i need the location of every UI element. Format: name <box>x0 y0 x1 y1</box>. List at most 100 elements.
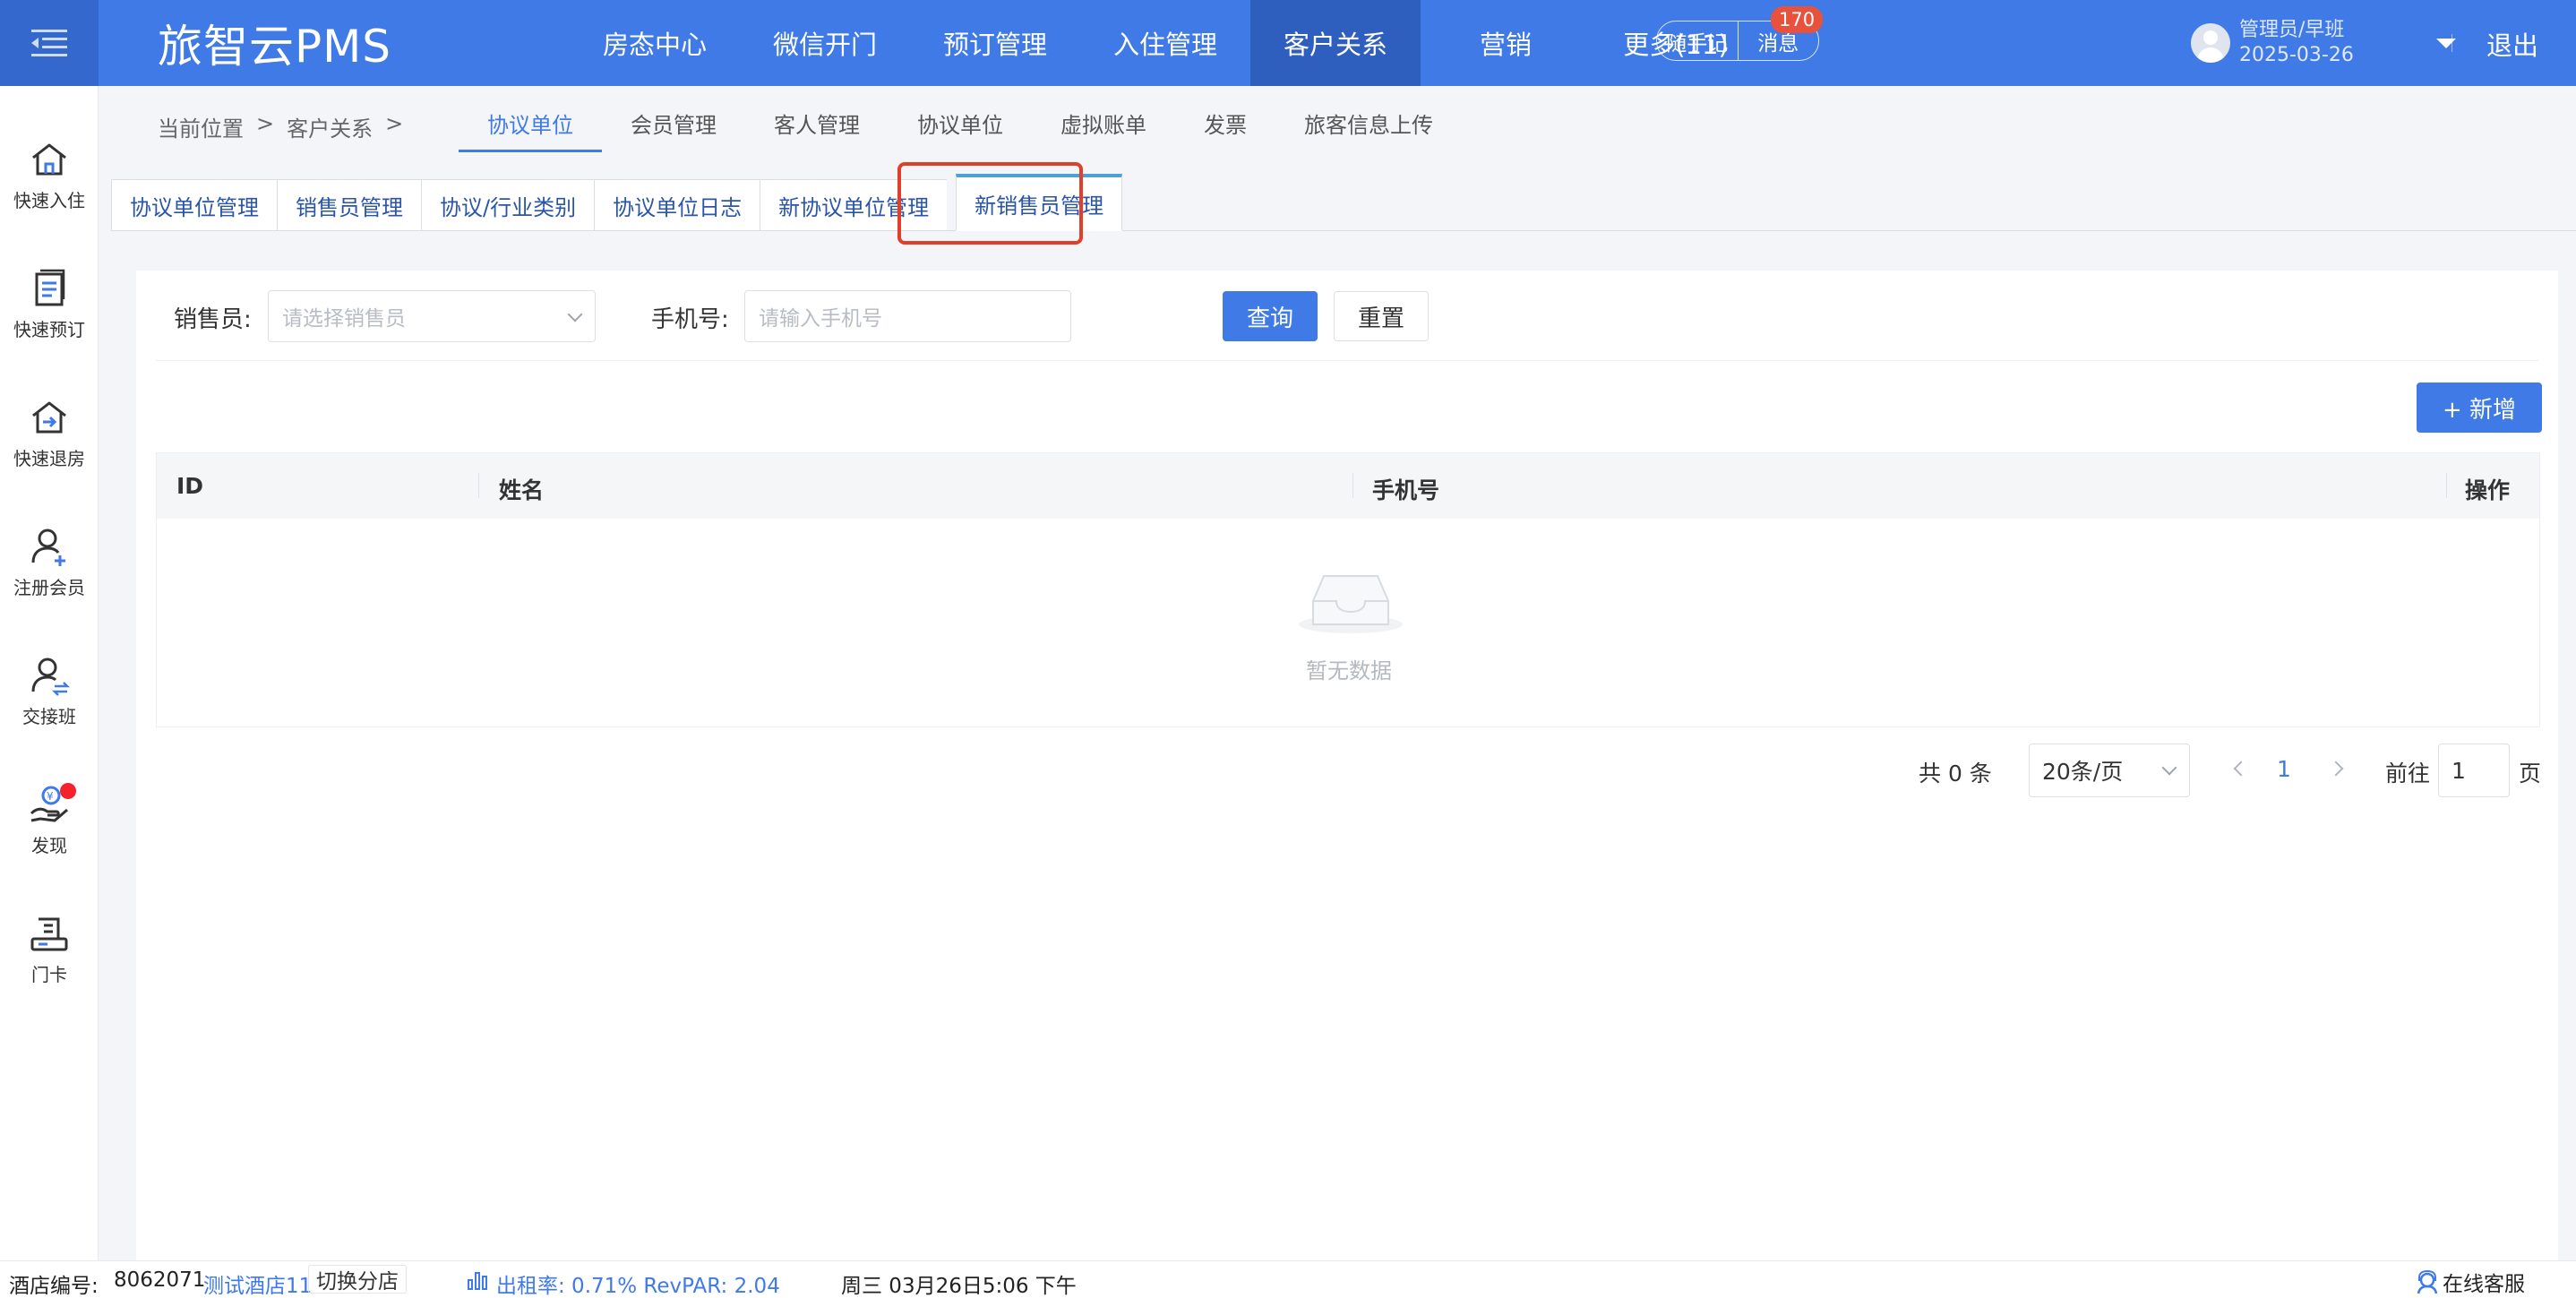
breadcrumb-section[interactable]: 客户关系 <box>287 111 373 142</box>
next-page-icon[interactable] <box>2328 761 2344 777</box>
online-service-label: 在线客服 <box>2443 1273 2525 1296</box>
empty-state-text: 暂无数据 <box>1306 658 1392 683</box>
sidebar-item-door-card[interactable]: 门卡 <box>0 912 99 1010</box>
sidebar-item-label: 快速预订 <box>13 319 85 340</box>
column-separator <box>2446 473 2447 498</box>
sidebar-item-register-member[interactable]: 注册会员 <box>0 525 99 623</box>
home-icon <box>32 143 66 176</box>
column-separator <box>478 473 479 498</box>
memo-button[interactable]: 随手记 <box>1657 21 1738 60</box>
customer-service-icon <box>2417 1269 2438 1294</box>
divider <box>156 360 2538 361</box>
prev-page-icon[interactable] <box>2233 761 2249 777</box>
hotel-code: 8062071 <box>114 1268 206 1292</box>
chevron-down-icon <box>567 306 583 322</box>
salesperson-filter-label: 销售员: <box>174 306 252 333</box>
nav-room-status[interactable]: 房态中心 <box>570 0 740 86</box>
current-page-number[interactable]: 1 <box>2277 756 2291 782</box>
notification-dot <box>60 783 76 799</box>
sidebar-item-label: 快速入住 <box>13 190 85 211</box>
tab-new-agreement-unit-management[interactable]: 新协议单位管理 <box>760 179 948 231</box>
nav-checkin[interactable]: 入住管理 <box>1080 0 1250 86</box>
subnav-guest-management[interactable]: 客人管理 <box>745 86 889 159</box>
breadcrumb-prefix: 当前位置 <box>158 116 244 142</box>
goto-page-input[interactable]: 1 <box>2438 744 2510 797</box>
pagination: 共 0 条 20条/页 1 前往 1 页 <box>136 744 2558 797</box>
reset-button[interactable]: 重置 <box>1334 291 1429 341</box>
phone-input-placeholder: 请输入手机号 <box>759 307 882 331</box>
subnav-agreement-unit-2[interactable]: 协议单位 <box>889 86 1032 159</box>
sidebar-item-discover[interactable]: ¥ 发现 <box>0 783 99 881</box>
sidebar-item-quick-checkout[interactable]: 快速退房 <box>0 396 99 494</box>
page-size-value: 20条/页 <box>2042 759 2124 785</box>
nav-marketing[interactable]: 营销 <box>1421 0 1591 86</box>
sidebar-item-label: 发现 <box>31 835 67 856</box>
sidebar-item-label: 快速退房 <box>13 448 85 469</box>
pagination-total: 共 0 条 <box>1919 761 1992 787</box>
empty-inbox-icon <box>1299 575 1403 633</box>
page-tabs: 协议单位管理 销售员管理 协议/行业类别 协议单位日志 新协议单位管理 新销售员… <box>111 174 1123 231</box>
booking-list-icon <box>35 269 65 306</box>
bar-chart-icon <box>468 1272 487 1290</box>
logout-button[interactable]: 退出 <box>2486 25 2538 63</box>
sidebar-item-label: 交接班 <box>22 706 76 727</box>
sidebar-item-quick-checkin[interactable]: 快速入住 <box>0 138 99 236</box>
user-role: 管理员/早班 <box>2239 19 2345 41</box>
salesperson-table: ID 姓名 手机号 操作 暂无数据 <box>156 452 2540 727</box>
tab-agreement-industry-category[interactable]: 协议/行业类别 <box>421 179 595 231</box>
caret-down-icon[interactable] <box>2435 38 2456 48</box>
tab-new-salesperson-management[interactable]: 新销售员管理 <box>956 174 1123 231</box>
occupancy-stats: 出租率: 0.71% RevPAR: 2.04 <box>496 1275 780 1298</box>
empty-state: 暂无数据 <box>157 519 2541 728</box>
page-suffix: 页 <box>2519 761 2542 787</box>
table-header: ID 姓名 手机号 操作 <box>157 453 2539 519</box>
divider <box>2451 34 2452 52</box>
nav-customer-relations[interactable]: 客户关系 <box>1250 0 1421 86</box>
menu-collapse-icon <box>31 30 67 56</box>
goto-label: 前往 <box>2385 761 2431 787</box>
phone-input[interactable]: 请输入手机号 <box>744 290 1071 342</box>
tab-agreement-unit-log[interactable]: 协议单位日志 <box>594 179 760 231</box>
app-logo: 旅智云PMS <box>158 21 392 73</box>
switch-store-button[interactable]: 切换分店 <box>308 1265 407 1294</box>
query-button[interactable]: 查询 <box>1223 291 1318 341</box>
top-navigation-bar: 旅智云PMS 房态中心 微信开门 预订管理 入住管理 客户关系 营销 更多(11… <box>0 0 2576 86</box>
nav-wechat-door[interactable]: 微信开门 <box>740 0 910 86</box>
subnav-agreement-unit[interactable]: 协议单位 <box>459 86 602 159</box>
checkout-home-icon <box>32 401 66 434</box>
memo-message-group: 随手记 消息 170 <box>1656 6 1824 61</box>
sidebar-item-shift-handover[interactable]: 交接班 <box>0 654 99 752</box>
breadcrumb-separator: > <box>385 111 404 136</box>
subnav-virtual-bill[interactable]: 虚拟账单 <box>1032 86 1175 159</box>
user-date: 2025-03-26 <box>2239 44 2354 66</box>
hotel-name-link[interactable]: 测试酒店11 <box>203 1268 312 1298</box>
bottom-status-bar: 酒店编号: 8062071 测试酒店11 切换分店 出租率: 0.71% Rev… <box>0 1260 2576 1298</box>
sidebar-item-label: 注册会员 <box>13 577 85 598</box>
salesperson-select[interactable]: 请选择销售员 <box>268 290 596 342</box>
current-datetime: 周三 03月26日5:06 下午 <box>841 1275 1077 1298</box>
online-service-button[interactable]: 在线客服 <box>2416 1267 2525 1297</box>
tab-agreement-unit-management[interactable]: 协议单位管理 <box>111 179 277 231</box>
sidebar-item-label: 门卡 <box>31 964 67 985</box>
main-nav: 房态中心 微信开门 预订管理 入住管理 客户关系 营销 更多(11) <box>570 0 1761 86</box>
quick-actions-sidebar: 快速入住 快速预订 快速退房 注册会员 交接班 ¥ 发现 门卡 <box>0 86 99 1260</box>
subnav-member-management[interactable]: 会员管理 <box>602 86 745 159</box>
user-info: 管理员/早班 2025-03-26 <box>2239 18 2354 68</box>
nav-reservation[interactable]: 预订管理 <box>910 0 1080 86</box>
subnav-invoice[interactable]: 发票 <box>1175 86 1275 159</box>
column-separator <box>1352 473 1353 498</box>
add-button[interactable]: + 新增 <box>2417 383 2542 433</box>
breadcrumb: 当前位置 > 客户关系 > <box>158 111 403 142</box>
breadcrumb-separator: > <box>256 111 275 136</box>
subnav-guest-info-upload[interactable]: 旅客信息上传 <box>1275 86 1462 159</box>
avatar <box>2191 23 2230 63</box>
main-content-panel: 销售员: 请选择销售员 手机号: 请输入手机号 查询 重置 + 新增 ID 姓名… <box>136 271 2558 1260</box>
phone-filter-label: 手机号: <box>651 306 729 333</box>
user-menu[interactable]: 管理员/早班 2025-03-26 <box>2191 18 2456 68</box>
tab-salesperson-management[interactable]: 销售员管理 <box>277 179 421 231</box>
salesperson-select-placeholder: 请选择销售员 <box>282 307 406 331</box>
page-size-select[interactable]: 20条/页 <box>2029 744 2190 797</box>
sidebar-item-quick-booking[interactable]: 快速预订 <box>0 267 99 365</box>
menu-toggle-button[interactable] <box>0 0 99 86</box>
column-header-id: ID <box>176 473 204 499</box>
